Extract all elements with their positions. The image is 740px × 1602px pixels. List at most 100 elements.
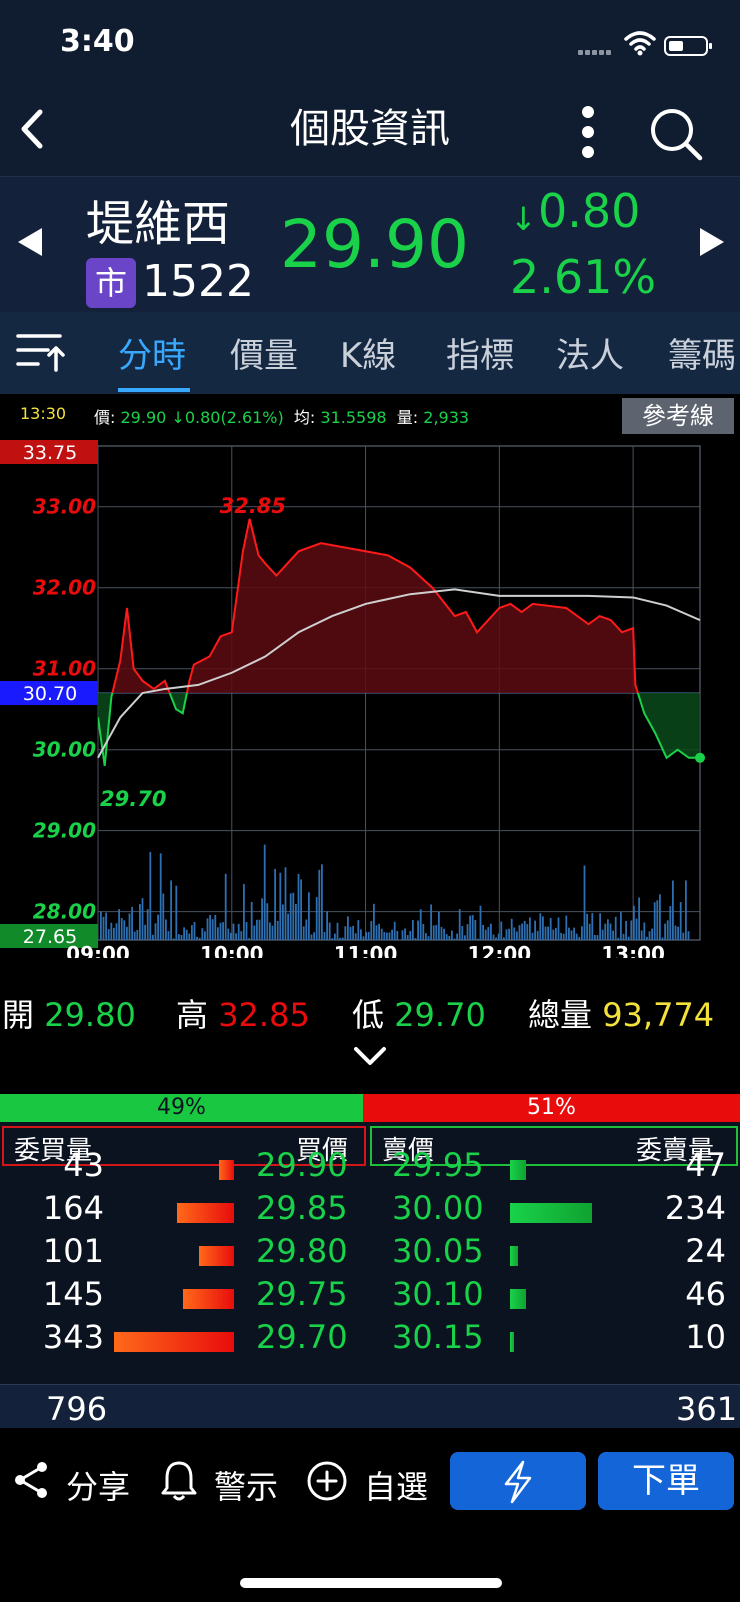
volume-bar — [539, 913, 542, 940]
volume-bar — [217, 927, 219, 940]
volume-bar — [581, 926, 583, 940]
volume-bar — [354, 933, 357, 940]
volume-bar — [487, 927, 490, 940]
volume-bar — [503, 937, 505, 940]
chevron-down-icon[interactable] — [352, 1044, 388, 1068]
volume-bar — [630, 920, 633, 940]
bid-qty: 164 — [42, 1189, 104, 1227]
ask-price[interactable]: 29.95 — [392, 1146, 484, 1184]
high-label: 高 — [176, 996, 209, 1034]
volume-bar — [141, 898, 144, 940]
sort-filter-icon[interactable] — [16, 330, 66, 374]
prev-stock-arrow-icon[interactable] — [18, 228, 42, 256]
volume-bar — [445, 934, 448, 940]
volume-bar — [201, 928, 204, 940]
bid-qty: 43 — [63, 1146, 104, 1184]
volume-bar — [646, 936, 648, 940]
volume-bar — [526, 924, 529, 940]
share-icon[interactable] — [12, 1460, 52, 1500]
ask-price[interactable]: 30.05 — [392, 1232, 484, 1270]
next-stock-arrow-icon[interactable] — [700, 228, 724, 256]
volume-bar — [513, 927, 516, 940]
tab-intraday[interactable]: 分時 — [118, 328, 186, 377]
plus-circle-icon[interactable] — [306, 1460, 348, 1502]
volume-bar — [396, 930, 399, 940]
tab-institutional[interactable]: 法人 — [556, 328, 624, 377]
ask-qty: 10 — [685, 1318, 726, 1356]
volume-bar — [438, 911, 440, 940]
bid-volume-bar — [183, 1289, 234, 1309]
volume-bar — [237, 923, 240, 940]
tab-kline[interactable]: K線 — [340, 328, 396, 377]
stock-code: 1522 — [142, 256, 254, 307]
high-annotation: 32.85 — [220, 494, 286, 518]
quick-order-button[interactable] — [450, 1452, 586, 1510]
bid-price[interactable]: 29.70 — [256, 1318, 348, 1356]
volume-bar — [261, 898, 263, 940]
volume-bar — [152, 934, 154, 940]
volume-bar — [625, 920, 627, 940]
volume-bar — [685, 880, 687, 940]
volume-bar — [323, 931, 326, 940]
volume-bar — [102, 916, 105, 940]
ask-volume-bar — [510, 1332, 514, 1352]
volume-bar — [482, 924, 484, 940]
intraday-chart[interactable]: 33.00 32.00 31.00 30.00 29.00 28.00 33.75 30.70… — [0, 438, 740, 958]
volume-bar — [287, 913, 289, 940]
volume-bar — [583, 865, 586, 940]
bid-price[interactable]: 29.90 — [256, 1146, 348, 1184]
reference-line-button[interactable]: 參考線 — [622, 398, 734, 434]
tick-price-label: 價: — [94, 408, 116, 427]
share-button[interactable]: 分享 — [66, 1462, 130, 1508]
ask-price[interactable]: 30.00 — [392, 1189, 484, 1227]
volume-bar — [105, 912, 107, 940]
volume-bar — [289, 893, 292, 940]
ask-price[interactable]: 30.10 — [392, 1275, 484, 1313]
tab-chips[interactable]: 籌碼 — [668, 328, 736, 377]
volume-bar — [575, 933, 578, 940]
volume-bar — [367, 931, 370, 940]
search-icon[interactable] — [648, 106, 704, 162]
volume-bar — [401, 930, 404, 940]
volume-bar — [139, 904, 141, 940]
volume-bar — [133, 931, 136, 940]
ohlc-volume: 總量 93,774 — [528, 990, 714, 1036]
volume-bar — [334, 933, 336, 940]
volume-bar — [248, 938, 250, 940]
volume-bar — [269, 922, 271, 940]
volume-bar — [453, 938, 456, 940]
volume-bar — [435, 924, 438, 940]
volume-bar — [178, 934, 180, 940]
volume-bar — [292, 892, 295, 940]
place-order-button[interactable]: 下單 — [598, 1452, 734, 1510]
volume-bar — [219, 922, 222, 940]
volume-bar — [308, 892, 310, 940]
volume-bar — [136, 929, 139, 940]
volume-bar — [404, 928, 406, 940]
ask-price[interactable]: 30.15 — [392, 1318, 484, 1356]
tab-indicators[interactable]: 指標 — [446, 328, 514, 377]
bid-price[interactable]: 29.80 — [256, 1232, 348, 1270]
volume-bar — [214, 914, 217, 940]
volume-bar — [591, 913, 594, 940]
volume-bar — [185, 929, 188, 940]
tick-avg-label: 均: — [293, 408, 316, 427]
volume-bar — [167, 931, 170, 940]
bid-qty: 343 — [42, 1318, 104, 1356]
last-price-dot — [695, 752, 705, 763]
volume-bar — [510, 918, 513, 940]
bid-price[interactable]: 29.75 — [256, 1275, 348, 1313]
volume-bar — [440, 927, 443, 940]
volume-bar — [425, 933, 427, 940]
alert-button[interactable]: 警示 — [214, 1462, 278, 1508]
bell-icon[interactable] — [160, 1460, 198, 1502]
volume-bar — [370, 921, 373, 940]
bid-qty: 145 — [42, 1275, 104, 1313]
volume-bar — [326, 911, 328, 940]
more-vertical-icon[interactable] — [568, 104, 608, 160]
volume-bar — [110, 922, 113, 940]
tab-price-volume[interactable]: 價量 — [230, 328, 298, 377]
watchlist-button[interactable]: 自選 — [364, 1462, 428, 1508]
bid-price[interactable]: 29.85 — [256, 1189, 348, 1227]
volume-bar — [328, 922, 331, 940]
